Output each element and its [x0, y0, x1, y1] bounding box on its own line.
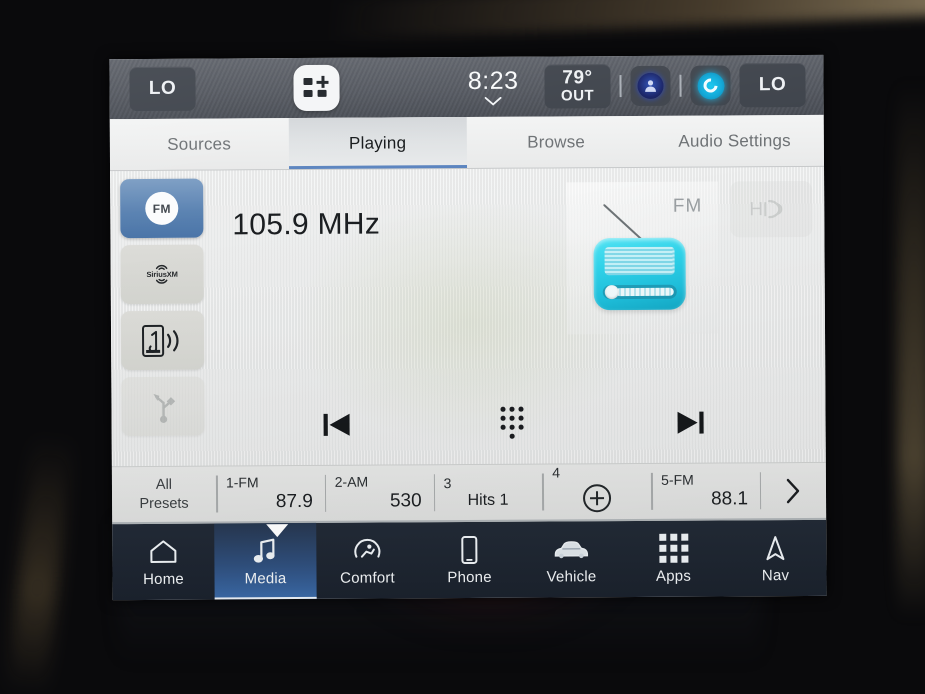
nav-item-media[interactable]: Media: [214, 522, 317, 600]
source-button-bluetooth-audio[interactable]: [120, 310, 205, 371]
preset-bar: All Presets 1-FM 87.9 2-AM 530 3 Hits 1 …: [111, 461, 827, 523]
preset-slot-5[interactable]: 5-FM 88.1: [651, 463, 760, 519]
add-preset-icon[interactable]: [582, 484, 611, 513]
nav-label-nav: Nav: [761, 566, 790, 584]
clock-area[interactable]: 8:23: [467, 66, 519, 106]
skip-next-button[interactable]: [672, 405, 708, 441]
tab-playing[interactable]: Playing: [288, 117, 468, 170]
preset-1-value: 87.9: [275, 490, 313, 513]
preset-slot-2[interactable]: 2-AM 530: [325, 465, 434, 521]
chevron-down-icon[interactable]: [484, 96, 502, 106]
source-rail: FM SiriusXM: [110, 171, 216, 467]
nav-item-phone[interactable]: Phone: [418, 522, 520, 599]
nav-label-media: Media: [244, 569, 287, 587]
svg-text:H: H: [749, 199, 763, 220]
alexa-icon: [696, 71, 725, 100]
skip-next-icon: [677, 411, 704, 434]
climate-left-button[interactable]: LO: [129, 66, 196, 112]
source-button-usb[interactable]: [121, 376, 205, 437]
voice-assistant-icon: [637, 72, 664, 99]
apps-grid-icon: [658, 533, 688, 563]
preset-5-value: 88.1: [710, 488, 749, 510]
active-nav-caret-icon: [266, 524, 289, 538]
nav-label-phone: Phone: [447, 568, 492, 586]
tab-browse[interactable]: Browse: [467, 116, 646, 168]
preset-2-value: 530: [389, 490, 422, 512]
nav-label-apps: Apps: [655, 567, 692, 585]
source-button-fm[interactable]: FM: [120, 178, 204, 239]
alexa-button[interactable]: [690, 65, 731, 106]
bluetooth-audio-icon: [140, 323, 184, 357]
skip-previous-icon: [323, 413, 350, 436]
bezel-glare-right: [897, 80, 925, 620]
hd-radio-icon: H: [749, 199, 783, 220]
all-presets-button[interactable]: All Presets: [112, 467, 216, 523]
hd-radio-button[interactable]: H: [730, 180, 813, 238]
band-label: FM: [672, 195, 703, 217]
nav-item-nav[interactable]: Nav: [724, 520, 826, 597]
all-presets-line1: All: [155, 477, 173, 494]
status-bar: LO 8:23 79° OUT LO: [109, 54, 824, 120]
now-playing-panel: FM SiriusXM 105.9 MHz FM H: [110, 166, 826, 467]
preset-slot-3[interactable]: 3 Hits 1: [433, 465, 542, 521]
climate-seat-icon: [352, 535, 382, 565]
preset-1-number: 1-FM: [225, 474, 259, 491]
usb-icon: [146, 389, 180, 423]
preset-3-number: 3: [443, 475, 452, 492]
direct-tune-button[interactable]: [500, 406, 526, 441]
preset-3-value: Hits 1: [467, 491, 509, 510]
photo-backdrop: LO 8:23 79° OUT LO Sources Playing Brows…: [0, 0, 925, 694]
transport-controls: [215, 404, 825, 444]
add-widget-icon: [303, 76, 329, 100]
car-icon: [551, 534, 591, 564]
status-divider-2: [679, 74, 682, 97]
tab-sources[interactable]: Sources: [110, 118, 289, 170]
add-widget-button[interactable]: [293, 64, 340, 112]
tab-audio-settings[interactable]: Audio Settings: [645, 115, 824, 167]
preset-2-number: 2-AM: [334, 473, 369, 490]
preset-slot-1[interactable]: 1-FM 87.9: [216, 466, 325, 522]
temperature-value: 79°: [562, 67, 593, 89]
nav-item-comfort[interactable]: Comfort: [316, 522, 418, 599]
preset-5-number: 5-FM: [661, 471, 694, 488]
bezel-glare-top: [329, 0, 925, 41]
outside-temperature-badge[interactable]: 79° OUT: [544, 64, 611, 109]
clock-label: 8:23: [467, 66, 519, 95]
nav-label-comfort: Comfort: [340, 568, 395, 587]
navigation-arrow-icon: [764, 533, 786, 563]
temperature-unit-label: OUT: [560, 87, 595, 105]
direct-tune-keypad-icon: [500, 406, 526, 441]
nav-item-vehicle[interactable]: Vehicle: [520, 521, 622, 598]
media-tab-bar: Sources Playing Browse Audio Settings: [109, 114, 825, 172]
siriusxm-wordmark: SiriusXM: [146, 269, 178, 279]
status-divider-1: [619, 75, 622, 98]
fm-radio-icon: FM: [145, 191, 179, 225]
station-artwork: FM: [566, 181, 720, 335]
phone-icon: [459, 534, 479, 564]
source-button-siriusxm[interactable]: SiriusXM: [120, 244, 204, 305]
bottom-nav-bar: Home Media Comfort Phone Vehicle Apps Na…: [112, 517, 827, 601]
climate-right-button[interactable]: LO: [739, 62, 806, 108]
nav-item-home[interactable]: Home: [112, 524, 214, 601]
playback-center: 105.9 MHz FM H: [214, 167, 826, 466]
home-icon: [148, 536, 178, 566]
nav-label-home: Home: [143, 570, 184, 588]
nav-label-vehicle: Vehicle: [546, 567, 597, 586]
nav-item-apps[interactable]: Apps: [622, 520, 724, 597]
bezel-glare-left: [6, 432, 74, 694]
siriusxm-icon: SiriusXM: [146, 260, 178, 290]
infotainment-screen: LO 8:23 79° OUT LO Sources Playing Brows…: [109, 54, 827, 601]
all-presets-line2: Presets: [139, 495, 189, 512]
skip-previous-button[interactable]: [318, 407, 354, 443]
music-note-icon: [252, 536, 278, 566]
presets-next-page-button[interactable]: [760, 463, 826, 518]
voice-assistant-button[interactable]: [630, 65, 671, 107]
chevron-right-icon: [786, 478, 800, 503]
preset-slot-4-empty[interactable]: 4: [542, 464, 651, 520]
status-bar-right-group: 79° OUT LO: [544, 62, 813, 109]
